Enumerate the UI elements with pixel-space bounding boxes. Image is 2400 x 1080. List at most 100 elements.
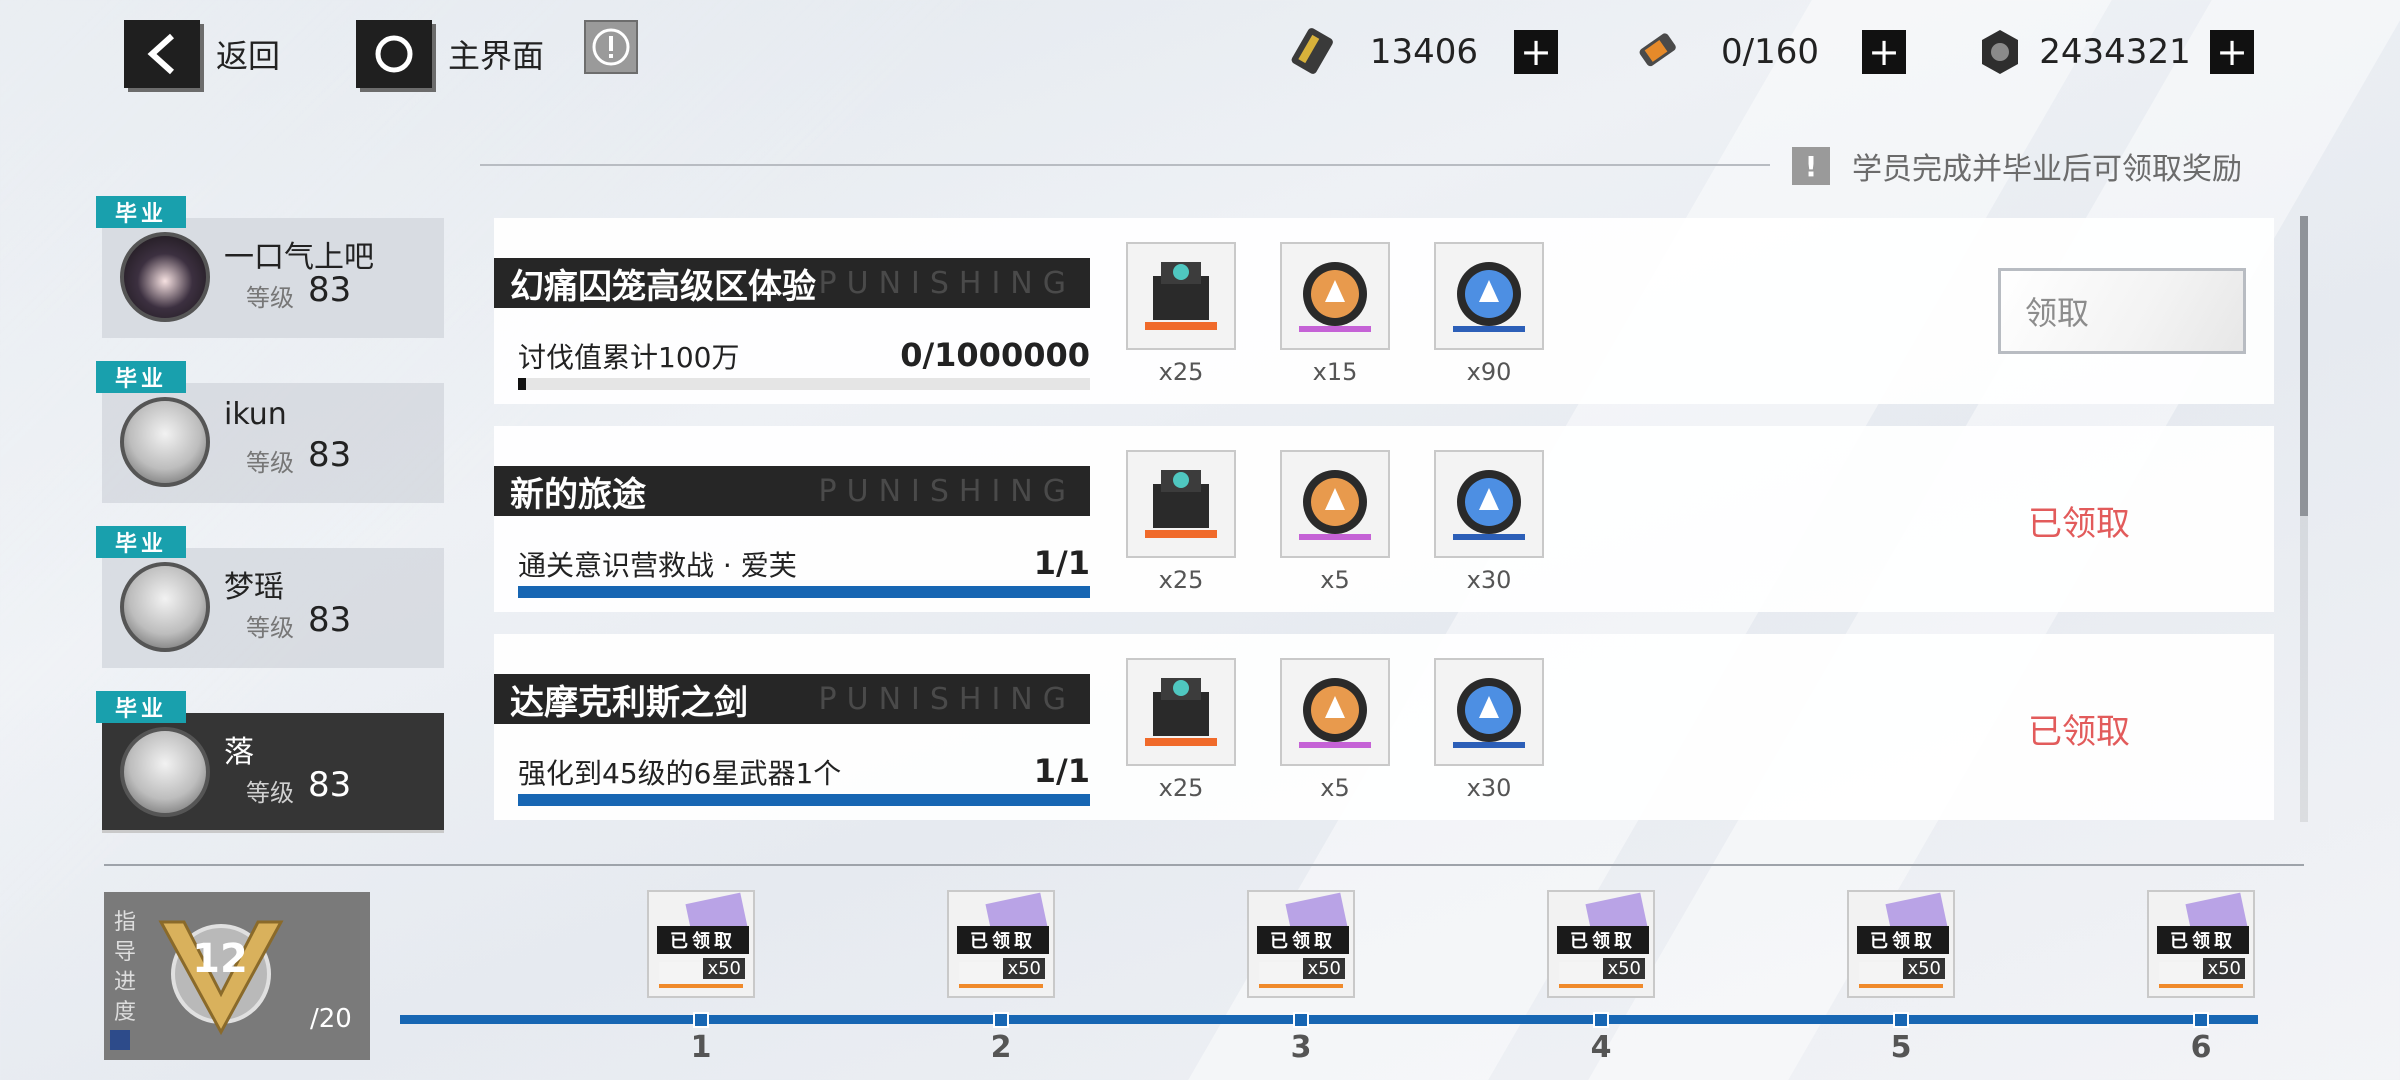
claimed-stamp: 已领取 xyxy=(2157,926,2249,954)
student-name: ikun xyxy=(224,397,287,432)
guidance-current: 12 xyxy=(192,936,248,982)
student-item[interactable]: 毕业 梦瑶 等级 83 xyxy=(96,526,444,668)
milestone-reward[interactable]: 已领取 x50 2 xyxy=(947,890,1055,1065)
hint-text: 学员完成并毕业后可领取奖励 xyxy=(1852,152,2242,187)
task-row: 新的旅途 PUNISHING 通关意识营救战 · 爱芙 1/1 x25 x5 x… xyxy=(494,426,2274,612)
level-value: 83 xyxy=(308,600,352,640)
coin-value: 2434321 xyxy=(2039,32,2191,72)
scrollbar-thumb[interactable] xyxy=(2300,216,2308,516)
task-progress-fill xyxy=(518,378,526,390)
reward-count: x25 xyxy=(1158,566,1204,594)
orange-coin-icon xyxy=(1299,678,1371,748)
task-watermark: PUNISHING xyxy=(818,682,1076,717)
avatar xyxy=(120,232,210,322)
reward-count: x30 xyxy=(1466,774,1512,802)
level-value: 83 xyxy=(308,435,352,475)
task-title-bar: 达摩克利斯之剑 PUNISHING xyxy=(494,674,1090,724)
reward-item[interactable]: x90 xyxy=(1434,242,1544,386)
orange-coin-icon xyxy=(1299,262,1371,332)
claimed-stamp: 已领取 xyxy=(657,926,749,954)
guidance-label: 指导进度 xyxy=(114,910,137,1025)
reward-count: x5 xyxy=(1320,774,1350,802)
task-watermark: PUNISHING xyxy=(818,474,1076,509)
reward-count: x30 xyxy=(1466,566,1512,594)
student-name: 梦瑶 xyxy=(224,570,284,605)
task-description: 通关意识营救战 · 爱芙 xyxy=(518,549,797,582)
level-label: 等级 xyxy=(246,779,294,807)
add-battery-button[interactable]: + xyxy=(1862,30,1906,74)
guidance-total: /20 xyxy=(310,1004,352,1034)
reward-item[interactable]: x5 xyxy=(1280,450,1390,594)
milestone-reward[interactable]: 已领取 x50 3 xyxy=(1247,890,1355,1065)
resource-coin: 2434321 + xyxy=(1970,20,2254,84)
level-value: 83 xyxy=(308,765,352,805)
reward-item[interactable]: x30 xyxy=(1434,450,1544,594)
task-row: 达摩克利斯之剑 PUNISHING 强化到45级的6星武器1个 1/1 x25 … xyxy=(494,634,2274,820)
section-divider xyxy=(104,864,2304,866)
task-progress-bar xyxy=(518,378,1090,390)
milestone-index: 4 xyxy=(1590,1030,1612,1065)
exclamation-icon xyxy=(592,28,630,66)
milestone-quantity: x50 xyxy=(1303,958,1345,979)
ticket-icon xyxy=(1284,22,1344,82)
milestone-index: 3 xyxy=(1290,1030,1312,1065)
claimed-stamp: 已领取 xyxy=(1257,926,1349,954)
coin-icon xyxy=(1970,22,2030,82)
avatar xyxy=(120,562,210,652)
milestone-quantity: x50 xyxy=(1003,958,1045,979)
task-description: 强化到45级的6星武器1个 xyxy=(518,757,842,790)
claimed-status: 已领取 xyxy=(2028,712,2130,752)
resource-battery: 0/160 + xyxy=(1628,20,1906,84)
task-progress-text: 1/1 xyxy=(1033,752,1090,790)
milestone-reward[interactable]: 已领取 x50 6 xyxy=(2147,890,2255,1065)
reward-item[interactable]: x25 xyxy=(1126,450,1236,594)
claimed-stamp: 已领取 xyxy=(1557,926,1649,954)
milestone-node xyxy=(693,1012,709,1028)
milestone-reward[interactable]: 已领取 x50 4 xyxy=(1547,890,1655,1065)
task-title-bar: 新的旅途 PUNISHING xyxy=(494,466,1090,516)
level-label: 等级 xyxy=(246,449,294,477)
guidance-progress-panel: 指导进度 12 /20 xyxy=(104,892,370,1060)
milestone-node xyxy=(1593,1012,1609,1028)
milestone-node xyxy=(1893,1012,1909,1028)
graduated-tag: 毕业 xyxy=(96,691,186,723)
task-progress-fill xyxy=(518,794,1090,806)
avatar xyxy=(120,727,210,817)
exclamation-icon: ! xyxy=(1792,147,1830,185)
ticket-value: 13406 xyxy=(1369,32,1479,72)
task-description: 讨伐值累计100万 xyxy=(518,341,740,374)
add-ticket-button[interactable]: + xyxy=(1514,30,1558,74)
reward-item[interactable]: x30 xyxy=(1434,658,1544,802)
milestone-reward[interactable]: 已领取 x50 1 xyxy=(647,890,755,1065)
battery-value: 0/160 xyxy=(1721,32,1819,72)
guidance-track xyxy=(400,1015,2258,1024)
claimed-status: 已领取 xyxy=(2028,504,2130,544)
home-button[interactable]: 主界面 xyxy=(356,20,544,88)
student-item[interactable]: 毕业 ikun 等级 83 xyxy=(96,361,444,503)
reward-item[interactable]: x25 xyxy=(1126,658,1236,802)
blue-coin-icon xyxy=(1453,470,1525,540)
info-button[interactable] xyxy=(584,20,638,74)
reward-hint: ! 学员完成并毕业后可领取奖励 xyxy=(1792,144,2242,188)
milestone-node xyxy=(993,1012,1009,1028)
reward-item[interactable]: x25 xyxy=(1126,242,1236,386)
level-value: 83 xyxy=(308,270,352,310)
milestone-index: 5 xyxy=(1890,1030,1912,1065)
blue-coin-icon xyxy=(1453,678,1525,748)
reward-item[interactable]: x15 xyxy=(1280,242,1390,386)
student-item-selected[interactable]: 毕业 落 等级 83 xyxy=(96,691,444,833)
milestone-reward[interactable]: 已领取 x50 5 xyxy=(1847,890,1955,1065)
claim-button[interactable]: 领取 xyxy=(1998,268,2246,354)
add-coin-button[interactable]: + xyxy=(2210,30,2254,74)
graduated-tag: 毕业 xyxy=(96,526,186,558)
milestone-node xyxy=(1293,1012,1309,1028)
back-button[interactable]: 返回 xyxy=(124,20,280,88)
milestone-quantity: x50 xyxy=(703,958,745,979)
resource-ticket: 13406 + xyxy=(1284,20,1558,84)
claimed-stamp: 已领取 xyxy=(1857,926,1949,954)
task-title: 新的旅途 xyxy=(510,474,646,515)
reward-item[interactable]: x5 xyxy=(1280,658,1390,802)
reward-count: x5 xyxy=(1320,566,1350,594)
task-list-scrollbar[interactable] xyxy=(2300,216,2308,822)
student-item[interactable]: 毕业 一口气上吧 等级 83 xyxy=(96,196,444,338)
